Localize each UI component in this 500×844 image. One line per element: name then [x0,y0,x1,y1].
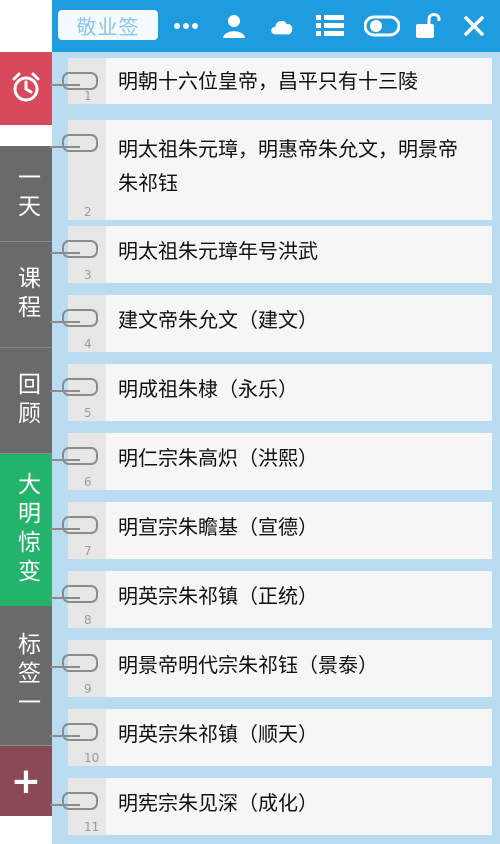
ring-binder-wire [50,735,80,737]
ring-binder-wire [50,390,80,392]
row-number: 3 [84,268,92,282]
tab-kecheng[interactable]: 课程 [0,242,52,348]
cloud-icon[interactable] [268,12,296,40]
ring-binder-wire [50,597,80,599]
alarm-button[interactable] [0,52,52,125]
left-sidebar: 一天 课程 回顾 大明惊变 标签一 + [0,0,52,844]
row-body: 明宪宗朱见深（成化） [106,778,492,835]
row-number: 1 [84,89,92,103]
row-body: 明英宗朱祁镇（正统） [106,571,492,628]
ring-binder-icon [62,447,98,465]
tab-biaoqian-yi[interactable]: 标签一 [0,606,52,746]
ring-binder-icon [62,654,98,672]
note-text: 明英宗朱祁镇（正统） [118,584,318,608]
row-number: 10 [84,751,100,765]
list-item[interactable]: 2 明太祖朱元璋，明惠帝朱允文，明景帝朱祁钰 [50,120,492,220]
ring-binder-icon [62,378,98,396]
row-body: 明太祖朱元璋年号洪武 [106,226,492,283]
tab-label: 标签一 [13,632,40,719]
plus-icon: + [10,760,42,802]
list-item[interactable]: 11 明宪宗朱见深（成化） [50,778,492,835]
list-item[interactable]: 7 明宣宗朱瞻基（宣德） [50,502,492,559]
list-item[interactable]: 4 建文帝朱允文（建文） [50,295,492,352]
row-body: 明仁宗朱高炽（洪熙） [106,433,492,490]
row-number: 8 [84,613,92,627]
more-icon[interactable] [172,12,200,40]
ring-binder-wire [50,666,80,668]
row-body: 明景帝明代宗朱祁钰（景泰） [106,640,492,697]
add-tab-button[interactable]: + [0,746,52,816]
ring-binder-icon [62,72,98,90]
note-text: 明宪宗朱见深（成化） [118,791,318,815]
ring-binder-icon [62,585,98,603]
list-icon[interactable] [316,12,344,40]
ring-binder-icon [62,309,98,327]
note-text: 明朝十六位皇帝，昌平只有十三陵 [118,69,418,93]
note-text: 明太祖朱元璋，明惠帝朱允文，明景帝朱祁钰 [118,137,458,195]
list-item[interactable]: 10 明英宗朱祁镇（顺天） [50,709,492,766]
ring-binder-icon [62,723,98,741]
list-item[interactable]: 8 明英宗朱祁镇（正统） [50,571,492,628]
toggle-icon[interactable] [364,12,400,40]
ring-binder-icon [62,240,98,258]
ring-binder-wire [50,146,80,148]
row-number: 11 [84,820,100,834]
row-body: 明成祖朱棣（永乐） [106,364,492,421]
list-item[interactable]: 5 明成祖朱棣（永乐） [50,364,492,421]
ring-binder-wire [50,321,80,323]
alarm-clock-icon [9,70,43,108]
list-item[interactable]: 1 明朝十六位皇帝，昌平只有十三陵 [50,58,492,104]
ring-binder-wire [50,804,80,806]
tab-label: 回顾 [13,371,40,430]
row-body: 明朝十六位皇帝，昌平只有十三陵 [106,58,492,104]
note-text: 明仁宗朱高炽（洪熙） [118,446,318,470]
ring-binder-wire [50,84,80,86]
list-item[interactable]: 6 明仁宗朱高炽（洪熙） [50,433,492,490]
tab-label: 课程 [13,265,40,324]
row-number: 5 [84,406,92,420]
row-body: 明英宗朱祁镇（顺天） [106,709,492,766]
top-toolbar: 敬业签 [52,0,500,52]
list-item[interactable]: 3 明太祖朱元璋年号洪武 [50,226,492,283]
row-number: 4 [84,337,92,351]
note-text: 建文帝朱允文（建文） [118,308,318,332]
note-text: 明太祖朱元璋年号洪武 [118,239,318,263]
note-text: 明英宗朱祁镇（顺天） [118,722,318,746]
ring-binder-wire [50,252,80,254]
row-number: 9 [84,682,92,696]
note-text: 明宣宗朱瞻基（宣德） [118,515,318,539]
notes-panel: 1 明朝十六位皇帝，昌平只有十三陵 2 明太祖朱元璋，明惠帝朱允文，明景帝朱祁钰… [50,52,500,844]
ring-binder-icon [62,792,98,810]
tab-label: 一天 [13,164,40,223]
list-item[interactable]: 9 明景帝明代宗朱祁钰（景泰） [50,640,492,697]
app-title[interactable]: 敬业签 [58,10,158,40]
lock-icon[interactable] [414,12,442,40]
ring-binder-wire [50,528,80,530]
row-body: 明太祖朱元璋，明惠帝朱允文，明景帝朱祁钰 [106,120,492,220]
ring-binder-icon [62,134,98,152]
row-body: 建文帝朱允文（建文） [106,295,492,352]
close-icon[interactable] [460,12,488,40]
row-body: 明宣宗朱瞻基（宣德） [106,502,492,559]
note-text: 明景帝明代宗朱祁钰（景泰） [118,653,378,677]
tab-label: 大明惊变 [13,472,40,588]
ring-binder-wire [50,459,80,461]
row-number: 7 [84,544,92,558]
user-icon[interactable] [220,12,248,40]
tab-huigu[interactable]: 回顾 [0,348,52,454]
tab-yitian[interactable]: 一天 [0,146,52,242]
tab-daming-jingbian[interactable]: 大明惊变 [0,454,52,606]
ring-binder-icon [62,516,98,534]
row-number: 2 [84,205,92,219]
row-number: 6 [84,475,92,489]
note-text: 明成祖朱棣（永乐） [118,377,298,401]
